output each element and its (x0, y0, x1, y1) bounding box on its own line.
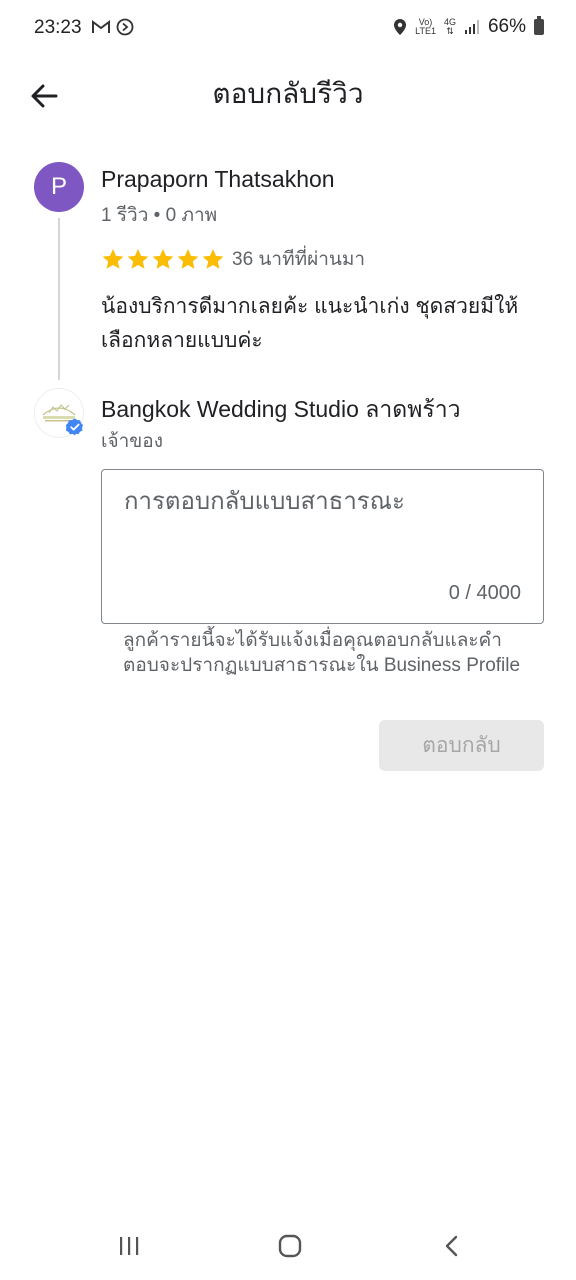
nav-back-icon (445, 1235, 458, 1257)
star-icon (102, 249, 124, 269)
app-bar: ตอบกลับรีวิว (0, 58, 576, 130)
status-time: 23:23 (34, 17, 82, 38)
reviewer-avatar[interactable]: P (34, 162, 84, 212)
business-name: Bangkok Wedding Studio ลาดพร้าว (101, 392, 461, 428)
data-arrows-icon: ⇅ (446, 26, 454, 36)
system-nav-bar (0, 1212, 576, 1280)
page-title: ตอบกลับรีวิว (212, 78, 364, 109)
review-text: น้องบริการดีมากเลยค้ะ แนะนำเก่ง ชุดสวยมี… (101, 295, 519, 352)
nav-back-button[interactable] (430, 1224, 474, 1268)
recent-apps-icon (120, 1237, 139, 1255)
reply-submit-button[interactable]: ตอบกลับ (379, 720, 544, 771)
helper-text: ลูกค้ารายนี้จะได้รับแจ้งเมื่อคุณตอบกลับแ… (123, 630, 521, 676)
star-icon (202, 249, 224, 269)
star-icon (177, 249, 199, 269)
data-indicator: 4G ⇅ (444, 18, 456, 36)
star-icon (152, 249, 174, 269)
reviewer-name[interactable]: Prapaporn Thatsakhon (101, 166, 335, 193)
status-system-icons: Vo) LTE1 4G ⇅ 66% (393, 16, 544, 38)
rating-row: 36 นาทีที่ผ่านมา (101, 244, 365, 274)
character-counter: 0 / 4000 (448, 582, 521, 604)
location-icon (394, 19, 407, 35)
gmail-icon (92, 20, 110, 33)
review-time: 36 นาทีที่ผ่านมา (232, 249, 366, 270)
home-button[interactable] (268, 1224, 312, 1268)
status-bar: 23:23 Vo) LTE1 4G ⇅ 66% (0, 0, 576, 58)
reviewer-meta: 1 รีวิว • 0 ภาพ (101, 205, 218, 226)
star-icon (127, 249, 149, 269)
reply-input[interactable] (124, 488, 524, 516)
lte-label: LTE1 (415, 26, 436, 36)
media-icon (116, 18, 134, 36)
status-notification-icons (92, 18, 134, 36)
volte-indicator: Vo) LTE1 (415, 18, 436, 36)
signal-icon (464, 20, 479, 34)
battery-icon (534, 16, 544, 35)
business-name-text: Bangkok Wedding Studio (101, 396, 359, 422)
business-branch: ลาดพร้าว (358, 396, 461, 422)
verified-badge-icon (66, 418, 83, 436)
reply-text-field[interactable]: 0 / 4000 (101, 469, 544, 624)
owner-label: เจ้าของ (101, 431, 163, 452)
battery-percent: 66% (487, 16, 526, 37)
recent-apps-button[interactable] (107, 1224, 151, 1268)
thread-connector (58, 218, 60, 380)
home-icon (278, 1234, 302, 1258)
